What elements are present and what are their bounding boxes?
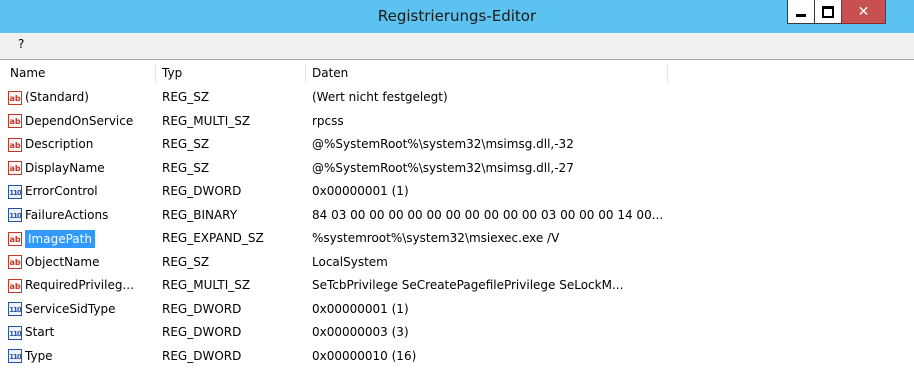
value-name: ServiceSidType	[25, 301, 116, 316]
value-data: (Wert nicht festgelegt)	[312, 90, 448, 104]
binary-value-icon: 110	[8, 349, 22, 364]
list-item[interactable]: 110 FailureActions REG_BINARY 84 03 00 00 0…	[0, 204, 914, 228]
list-item[interactable]: 110 Type REG_DWORD 0x00000010 (16)	[0, 345, 914, 369]
menu-bar: ?	[0, 33, 914, 59]
list-header: Name Typ Daten	[0, 64, 914, 83]
binary-value-icon: 110	[8, 325, 22, 340]
string-value-icon: ab	[8, 137, 22, 152]
close-icon: ✕	[857, 3, 870, 20]
value-type: REG_SZ	[162, 90, 210, 104]
value-data: 0x00000001 (1)	[312, 301, 409, 316]
string-value-icon: ab	[8, 114, 22, 129]
string-value-icon: ab	[8, 255, 22, 270]
list-item[interactable]: ab ObjectName REG_SZ LocalSystem	[0, 251, 914, 275]
window-title: Registrierungs-Editor	[377, 7, 537, 25]
list-item[interactable]: ab RequiredPrivileg... REG_MULTI_SZ SeTcbPr…	[0, 274, 914, 298]
value-type: REG_MULTI_SZ	[162, 113, 251, 128]
value-name-cell[interactable]: ab (Standard)	[8, 86, 158, 110]
column-header-data[interactable]: Daten	[306, 64, 668, 83]
value-name-cell[interactable]: 110 FailureActions	[8, 204, 158, 228]
rows-container: ab (Standard) REG_SZ (Wert nicht festgelegt…	[0, 86, 914, 368]
value-data: LocalSystem	[312, 254, 388, 269]
value-type: REG_DWORD	[162, 348, 242, 363]
value-name-cell[interactable]: 110 Start	[8, 321, 158, 345]
value-type: REG_DWORD	[162, 301, 242, 316]
value-type: REG_EXPAND_SZ	[162, 231, 264, 245]
value-name: Start	[25, 325, 55, 339]
value-data: SeTcbPrivilege SeCreatePagefilePrivilege…	[312, 278, 624, 292]
value-name-cell[interactable]: ab RequiredPrivileg...	[8, 274, 158, 298]
value-type: REG_MULTI_SZ	[162, 278, 251, 292]
value-name-cell[interactable]: 110 ServiceSidType	[8, 298, 158, 322]
value-name-cell[interactable]: ab Description	[8, 133, 158, 157]
binary-value-icon: 110	[8, 184, 22, 199]
value-data: @%SystemRoot%\system32\msimsg.dll,-32	[312, 137, 574, 151]
value-name: RequiredPrivileg...	[25, 278, 134, 292]
value-name-cell[interactable]: ab DisplayName	[8, 157, 158, 181]
list-item[interactable]: 110 ErrorControl REG_DWORD 0x00000001 (1)	[0, 180, 914, 204]
value-name: ObjectName	[25, 254, 100, 269]
minimize-icon	[796, 14, 806, 17]
value-data: 84 03 00 00 00 00 00 00 00 00 00 00 03 0…	[312, 207, 664, 222]
string-value-icon: ab	[8, 231, 22, 246]
value-name-cell[interactable]: 110 Type	[8, 345, 158, 369]
list-item[interactable]: 110 ServiceSidType REG_DWORD 0x00000001 (1)	[0, 298, 914, 322]
list-item[interactable]: ab (Standard) REG_SZ (Wert nicht festgelegt…	[0, 86, 914, 110]
value-data: 0x00000003 (3)	[312, 325, 409, 339]
value-name: DisplayName	[25, 160, 105, 175]
value-type: REG_SZ	[162, 160, 210, 175]
maximize-button[interactable]	[814, 0, 842, 24]
value-type: REG_SZ	[162, 137, 210, 151]
column-header-type[interactable]: Typ	[156, 64, 306, 83]
value-type: REG_BINARY	[162, 207, 238, 222]
value-data: 0x00000001 (1)	[312, 184, 409, 198]
title-bar[interactable]: Registrierungs-Editor ✕	[0, 0, 914, 33]
list-item[interactable]: ab Description REG_SZ @%SystemRoot%\system3…	[0, 133, 914, 157]
maximize-icon	[822, 5, 834, 18]
list-item[interactable]: 110 Start REG_DWORD 0x00000003 (3)	[0, 321, 914, 345]
minimize-button[interactable]	[787, 0, 815, 24]
value-type: REG_SZ	[162, 254, 210, 269]
value-name-cell[interactable]: ab DependOnService	[8, 110, 158, 134]
value-data: @%SystemRoot%\system32\msimsg.dll,-27	[312, 160, 574, 175]
list-item[interactable]: ab DisplayName REG_SZ @%SystemRoot%\system3…	[0, 157, 914, 181]
value-name: Description	[25, 137, 94, 151]
value-data: rpcss	[312, 113, 344, 128]
value-name-cell[interactable]: ab ImagePath	[8, 227, 158, 251]
value-name: ErrorControl	[25, 184, 98, 198]
value-name: (Standard)	[25, 90, 89, 104]
value-type: REG_DWORD	[162, 184, 242, 198]
close-button[interactable]: ✕	[841, 0, 886, 24]
list-item[interactable]: ab ImagePath REG_EXPAND_SZ %systemroot%\sys…	[0, 227, 914, 251]
values-list[interactable]: Name Typ Daten ab (Standard) REG_SZ (Wert n…	[0, 59, 914, 382]
value-name-cell[interactable]: ab ObjectName	[8, 251, 158, 275]
value-name: ImagePath	[25, 229, 95, 248]
menu-item-help[interactable]: ?	[18, 37, 24, 51]
value-data: 0x00000010 (16)	[312, 348, 417, 363]
binary-value-icon: 110	[8, 302, 22, 317]
value-name: DependOnService	[25, 113, 134, 128]
string-value-icon: ab	[8, 278, 22, 293]
value-type: REG_DWORD	[162, 325, 242, 339]
binary-value-icon: 110	[8, 208, 22, 223]
string-value-icon: ab	[8, 90, 22, 105]
value-name: FailureActions	[25, 207, 109, 222]
string-value-icon: ab	[8, 161, 22, 176]
list-item[interactable]: ab DependOnService REG_MULTI_SZ rpcss	[0, 110, 914, 134]
column-header-name[interactable]: Name	[4, 64, 156, 83]
value-name: Type	[25, 348, 53, 363]
value-name-cell[interactable]: 110 ErrorControl	[8, 180, 158, 204]
value-data: %systemroot%\system32\msiexec.exe /V	[312, 231, 560, 245]
